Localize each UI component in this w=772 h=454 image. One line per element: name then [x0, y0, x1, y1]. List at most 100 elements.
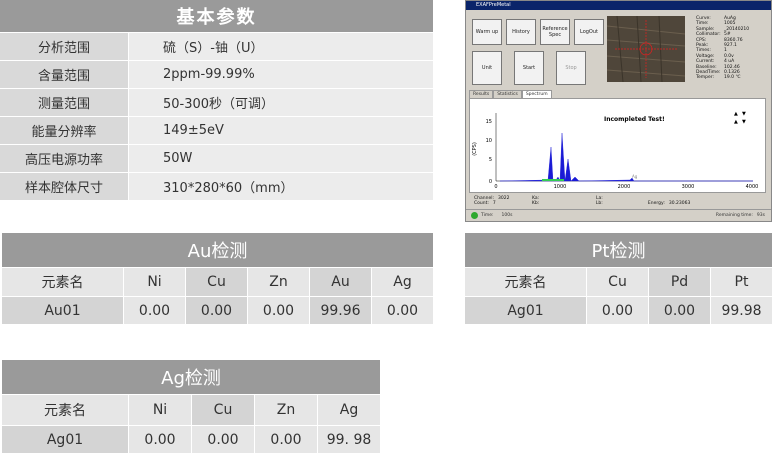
value-cell: 0.00 — [254, 425, 317, 453]
lb-label: Lb: — [595, 201, 603, 206]
header-cell: Ag — [371, 267, 433, 296]
params-row: 能量分辨率 149±5eV — [0, 116, 433, 144]
header-cell: Ni — [128, 394, 191, 425]
remaining-value: 93s — [756, 213, 765, 218]
params-row: 分析范围 硫（S）-铀（U） — [0, 32, 433, 60]
count-label: Count: — [474, 201, 489, 206]
params-row: 高压电源功率 50W — [0, 144, 433, 172]
ag-detection-table: Ag检测 元素名 Ni Cu Zn Ag Ag01 0.00 0.00 0.00… — [2, 360, 380, 453]
tab-results[interactable]: Results — [469, 90, 494, 98]
value-cell: 99. 98 — [317, 425, 380, 453]
y-tick-label: 10 — [486, 138, 492, 144]
x-tick-label: 1000 — [554, 184, 567, 190]
value-cell: 0.00 — [128, 425, 191, 453]
x-tick-label: 3000 — [682, 184, 695, 190]
readout-row: Temper: 19.0 ℃ — [696, 75, 749, 80]
history-button[interactable]: History — [506, 19, 536, 45]
header-cell: Zn — [247, 267, 309, 296]
time-value: 100s — [501, 213, 513, 218]
param-value: 50W — [128, 145, 433, 172]
energy-label: Energy: — [647, 201, 665, 206]
params-table: 基本参数 分析范围 硫（S）-铀（U） 含量范围 2ppm-99.99% 测量范围 5… — [0, 0, 433, 200]
stop-button[interactable]: Stop — [556, 51, 586, 85]
y-tick-label: 15 — [486, 119, 492, 125]
param-label: 样本腔体尺寸 — [0, 173, 128, 200]
pt-detection-table: Pt检测 元素名 Cu Pd Pt Ag01 0.00 0.00 99.98 — [465, 233, 772, 324]
au-header-row: 元素名 Ni Cu Zn Au Ag — [2, 267, 433, 296]
camera-view — [607, 16, 685, 82]
ag-peak-label: Ag — [632, 174, 638, 179]
header-cell: 元素名 — [2, 267, 123, 296]
param-label: 高压电源功率 — [0, 145, 128, 172]
readout-value: 19.0 ℃ — [724, 75, 741, 81]
camera-image — [607, 16, 685, 82]
params-title: 基本参数 — [0, 0, 433, 32]
energy-value: 30.23063 — [668, 201, 691, 206]
start-button[interactable]: Start — [514, 51, 544, 85]
header-cell: 元素名 — [2, 394, 128, 425]
value-cell: Au01 — [2, 296, 123, 324]
param-label: 含量范围 — [0, 61, 128, 88]
time-label: Time: — [481, 213, 494, 218]
measurement-readout: Curve: AuAg Time: 1005 Sample: _20140210 Colli… — [696, 16, 749, 81]
ag-value-row: Ag01 0.00 0.00 0.00 99. 98 — [2, 425, 380, 453]
value-cell: 0.00 — [648, 296, 710, 324]
y-tick-label: 5 — [489, 157, 492, 163]
pt-header-row: 元素名 Cu Pd Pt — [465, 267, 772, 296]
analyzer-window: EXAFPreMetal Warm up History Reference S… — [465, 0, 772, 222]
value-cell: 0.00 — [586, 296, 648, 324]
params-row: 含量范围 2ppm-99.99% — [0, 60, 433, 88]
param-label: 能量分辨率 — [0, 117, 128, 144]
header-cell: Pt — [710, 267, 772, 296]
reference-spec-button[interactable]: Reference Spec — [540, 19, 570, 45]
count-value: 7 — [492, 201, 496, 206]
logout-button[interactable]: LogOut — [574, 19, 604, 45]
param-value: 2ppm-99.99% — [128, 61, 433, 88]
value-cell: 0.00 — [191, 425, 254, 453]
y-tick-label: 0 — [489, 179, 492, 185]
ag-table-title: Ag检测 — [2, 360, 380, 394]
spectrum-trace — [499, 132, 753, 182]
pt-value-row: Ag01 0.00 0.00 99.98 — [465, 296, 772, 324]
y-axis-label: (CPS) — [472, 142, 478, 156]
param-label: 测量范围 — [0, 89, 128, 116]
warmup-button[interactable]: Warm up — [472, 19, 502, 45]
scroll-down-icon[interactable]: ▼ — [742, 119, 746, 125]
tab-statistics[interactable]: Statistics — [493, 90, 522, 98]
header-cell: Cu — [586, 267, 648, 296]
header-cell: Pd — [648, 267, 710, 296]
value-cell: 0.00 — [247, 296, 309, 324]
value-cell: 0.00 — [123, 296, 185, 324]
x-tick-label: 0 — [494, 184, 497, 190]
pt-table-title: Pt检测 — [465, 233, 772, 267]
tab-spectrum[interactable]: Spectrum — [521, 90, 552, 98]
au-detection-table: Au检测 元素名 Ni Cu Zn Au Ag Au01 0.00 0.00 0… — [2, 233, 433, 324]
window-title: EXAFPreMetal — [466, 1, 771, 10]
param-label: 分析范围 — [0, 33, 128, 60]
value-cell: Ag01 — [465, 296, 586, 324]
readout-label: Temper: — [696, 75, 715, 81]
x-tick-label: 2000 — [618, 184, 631, 190]
header-cell: Zn — [254, 394, 317, 425]
param-value: 50-300秒（可调） — [128, 89, 433, 116]
param-value: 硫（S）-铀（U） — [128, 33, 433, 60]
view-tabs: Results Statistics Spectrum — [469, 90, 552, 98]
header-cell: Au — [309, 267, 371, 296]
value-cell: 99.96 — [309, 296, 371, 324]
ag-header-row: 元素名 Ni Cu Zn Ag — [2, 394, 380, 425]
zoom-in-icon[interactable]: ▲ — [734, 111, 738, 117]
param-value: 310*280*60（mm） — [128, 173, 433, 200]
value-cell: 0.00 — [371, 296, 433, 324]
header-cell: Ag — [317, 394, 380, 425]
plot-message: Incompleted Test! — [604, 116, 665, 123]
remaining-label: Remaining time: — [715, 213, 753, 218]
scroll-up-icon[interactable]: ▲ — [734, 119, 738, 125]
spectrum-plot: (CPS) 15 10 5 0 0 1000 2000 3000 4000 Ag… — [469, 98, 766, 193]
status-light-icon — [471, 212, 478, 219]
unit-button[interactable]: Unit — [472, 51, 502, 85]
x-tick-label: 4000 — [746, 184, 759, 190]
zoom-out-icon[interactable]: ▼ — [742, 111, 746, 117]
status-bar: Time: 100s Remaining time: 93s — [466, 209, 771, 221]
params-row: 测量范围 50-300秒（可调） — [0, 88, 433, 116]
header-cell: Cu — [185, 267, 247, 296]
